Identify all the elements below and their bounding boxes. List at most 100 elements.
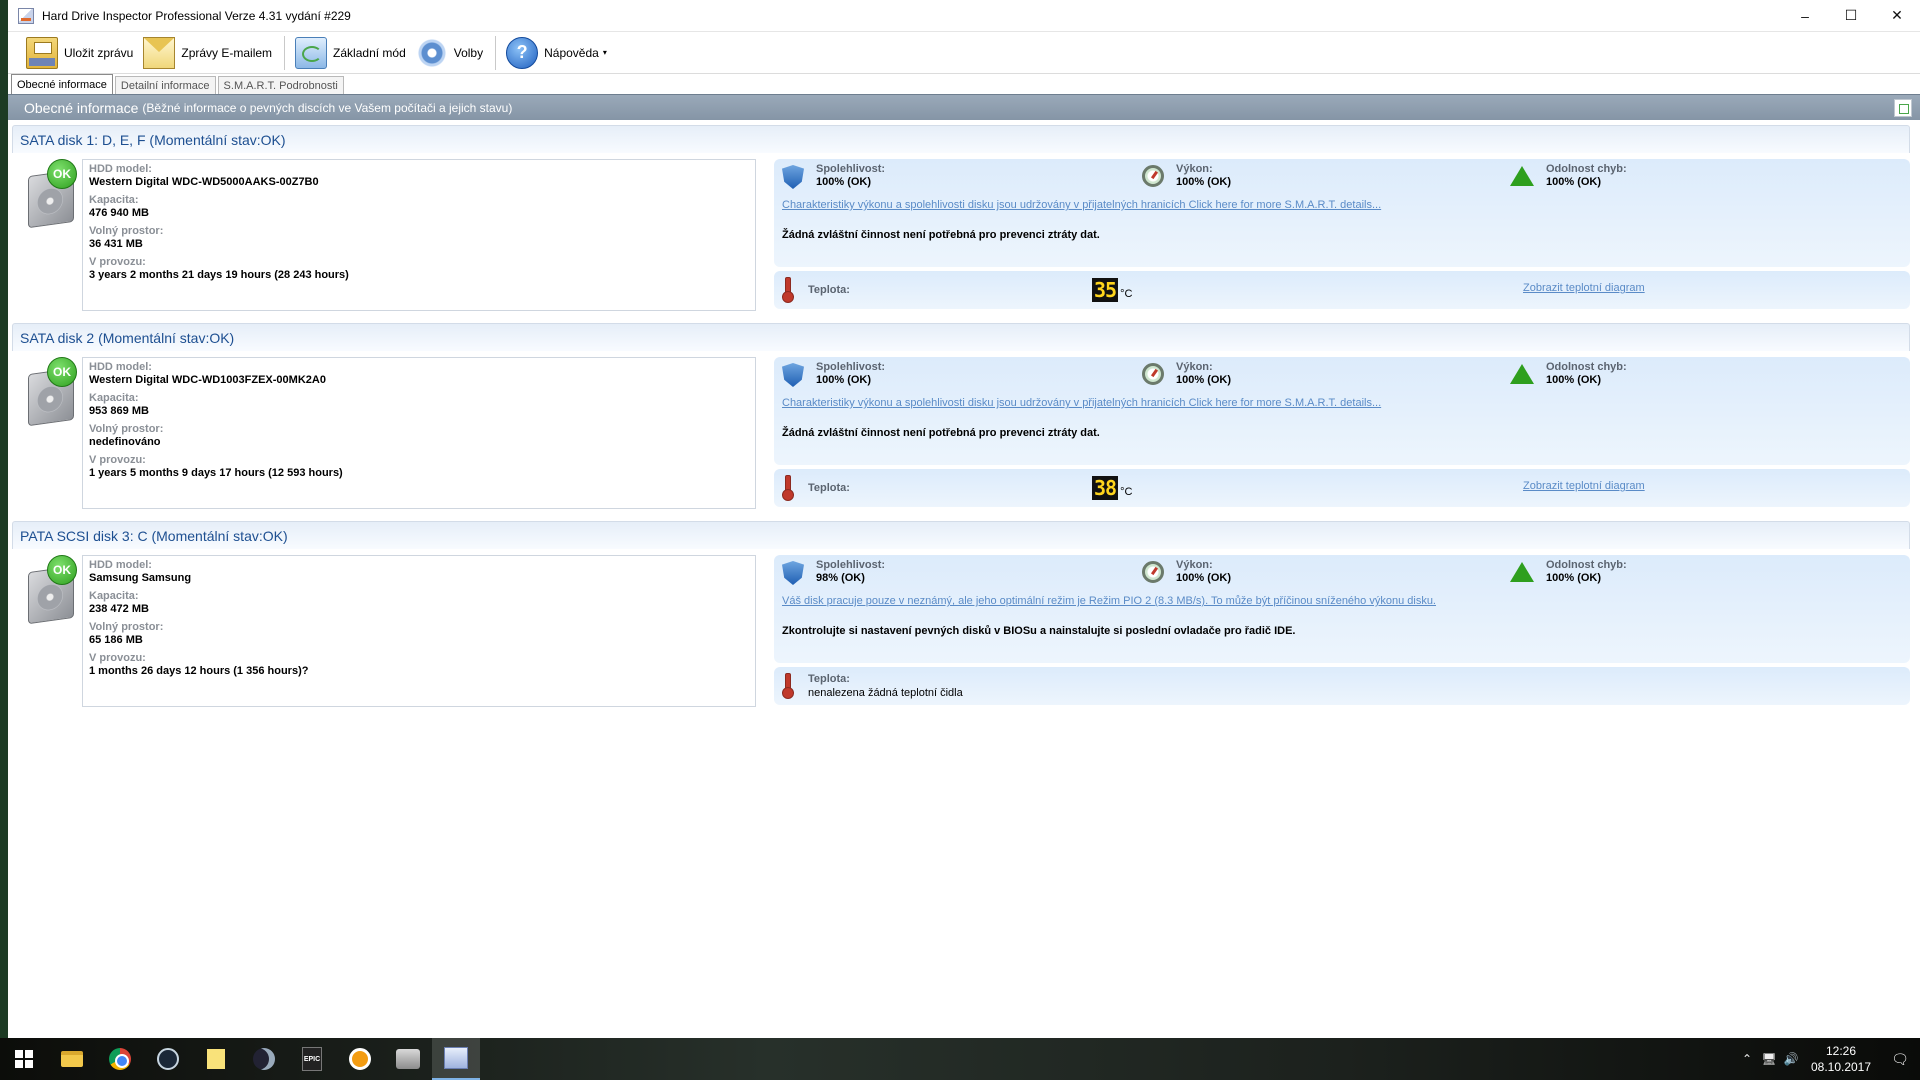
app-icon [18, 7, 34, 24]
uptime-value: 1 years 5 months 9 days 17 hours (12 593… [89, 467, 343, 479]
taskbar-steam[interactable] [144, 1038, 192, 1080]
taskbar-app-ms[interactable] [384, 1038, 432, 1080]
epic-games-icon: EPIC [302, 1047, 322, 1071]
section-title: Obecné informace [24, 99, 139, 116]
folder-icon [61, 1051, 83, 1067]
volume-icon[interactable]: 🔊 [1780, 1052, 1802, 1066]
temperature-diagram-link[interactable]: Zobrazit teplotní diagram [1523, 480, 1645, 492]
taskbar-chrome[interactable] [96, 1038, 144, 1080]
ok-status-icon: OK [47, 555, 77, 585]
hard-drive-inspector-icon [444, 1047, 468, 1069]
disk-list: SATA disk 1: D, E, F (Momentální stav:OK… [8, 120, 1920, 707]
thermometer-icon [782, 277, 794, 303]
model-label: HDD model: [89, 163, 152, 175]
status-message: Žádná zvláštní činnost není potřebná pro… [782, 229, 1100, 241]
uptime-value: 1 months 26 days 12 hours (1 356 hours)? [89, 665, 309, 677]
temperature-box: Teplota: 35 °C Zobrazit teplotní diagram [774, 271, 1910, 309]
maximize-button[interactable]: ☐ [1828, 0, 1874, 32]
status-message: Žádná zvláštní činnost není potřebná pro… [782, 427, 1100, 439]
shield-icon [782, 561, 804, 585]
pio-mode-link[interactable]: Váš disk pracuje pouze v neznámý, ale je… [782, 595, 1902, 607]
orange-app-icon [349, 1048, 371, 1070]
temperature-label: Teplota: [808, 482, 850, 494]
tab-detailed-info[interactable]: Detailní informace [114, 76, 216, 94]
gauge-icon [1142, 561, 1164, 583]
thermometer-icon [782, 475, 794, 501]
temperature-diagram-link[interactable]: Zobrazit teplotní diagram [1523, 282, 1645, 294]
status-message: Zkontrolujte si nastavení pevných disků … [782, 625, 1296, 637]
chevron-up-icon[interactable]: ⌃ [1736, 1052, 1758, 1066]
capacity-value: 953 869 MB [89, 405, 149, 417]
smart-details-link[interactable]: Charakteristiky výkonu a spolehlivosti d… [782, 397, 1902, 409]
error-resistance-value: 100% (OK) [1546, 176, 1602, 188]
clock[interactable]: 12:26 08.10.2017 [1802, 1043, 1880, 1075]
tab-bar: Obecné informace Detailní informace S.M.… [8, 74, 1920, 94]
model-value: Western Digital WDC-WD5000AAKS-00Z7B0 [89, 176, 319, 188]
reliability-label: Spolehlivost: [816, 163, 886, 175]
performance-value: 100% (OK) [1176, 176, 1232, 188]
section-subtitle: (Běžné informace o pevných discích ve Va… [142, 100, 513, 115]
reliability-value: 100% (OK) [816, 374, 872, 386]
disk-card: SATA disk 1: D, E, F (Momentální stav:OK… [12, 125, 1910, 311]
disk-card: PATA SCSI disk 3: C (Momentální stav:OK)… [12, 521, 1910, 707]
free-space-label: Volný prostor: [89, 423, 164, 435]
chrome-icon [109, 1048, 131, 1070]
disk-title: SATA disk 2 (Momentální stav:OK) [12, 323, 1910, 351]
close-button[interactable]: ✕ [1874, 0, 1920, 32]
taskbar: EPIC ⌃ 🖥 🔊 12:26 08.10.2017 🗨 [0, 1038, 1920, 1080]
email-reports-label: Zprávy E-mailem [181, 45, 273, 60]
taskbar-app-orange[interactable] [336, 1038, 384, 1080]
chevron-down-icon: ▾ [602, 48, 607, 57]
tab-smart-details[interactable]: S.M.A.R.T. Podrobnosti [217, 76, 344, 94]
capacity-value: 476 940 MB [89, 207, 149, 219]
gear-icon [415, 36, 448, 69]
free-space-label: Volný prostor: [89, 621, 164, 633]
error-resistance-label: Odolnost chyb: [1546, 361, 1627, 373]
save-icon [26, 36, 58, 69]
minimize-button[interactable]: – [1782, 0, 1828, 32]
error-resistance-icon [1510, 364, 1534, 384]
smart-details-link[interactable]: Charakteristiky výkonu a spolehlivosti d… [782, 199, 1902, 211]
taskbar-file-explorer[interactable] [48, 1038, 96, 1080]
tab-general-info[interactable]: Obecné informace [11, 74, 113, 94]
thermometer-icon [782, 673, 794, 699]
uptime-label: V provozu: [89, 454, 146, 466]
temperature-box: Teplota: 38 °C Zobrazit teplotní diagram [774, 469, 1910, 507]
start-button[interactable] [0, 1038, 48, 1080]
options-button[interactable]: Volby [412, 34, 489, 72]
save-report-button[interactable]: Uložit zprávu [22, 34, 139, 72]
temperature-box: Teplota: nenalezena žádná teplotní čidla [774, 667, 1910, 705]
disk-image: OK [12, 555, 82, 707]
health-status-box: Spolehlivost: 100% (OK) Výkon: 100% (OK)… [774, 159, 1910, 267]
error-resistance-value: 100% (OK) [1546, 374, 1602, 386]
basic-mode-button[interactable]: Základní mód [291, 34, 412, 72]
email-reports-button[interactable]: Zprávy E-mailem [139, 34, 278, 72]
capacity-label: Kapacita: [89, 392, 139, 404]
sticky-notes-icon [207, 1049, 225, 1069]
taskbar-app-moon[interactable] [240, 1038, 288, 1080]
reliability-value: 98% (OK) [816, 572, 865, 584]
model-label: HDD model: [89, 361, 152, 373]
network-icon[interactable]: 🖥 [1758, 1052, 1780, 1066]
app-icon [396, 1049, 420, 1069]
disk-title: SATA disk 1: D, E, F (Momentální stav:OK… [12, 125, 1910, 153]
shield-icon [782, 363, 804, 387]
reliability-value: 100% (OK) [816, 176, 872, 188]
reliability-label: Spolehlivost: [816, 361, 886, 373]
error-resistance-label: Odolnost chyb: [1546, 559, 1627, 571]
health-status-box: Spolehlivost: 98% (OK) Výkon: 100% (OK) … [774, 555, 1910, 663]
help-button[interactable]: ? Nápověda ▾ [502, 34, 613, 72]
toolbar-separator [284, 35, 286, 70]
export-icon[interactable] [1894, 99, 1912, 117]
temperature-label: Teplota: [808, 673, 850, 685]
disk-info-box: HDD model: Western Digital WDC-WD5000AAK… [82, 159, 756, 311]
notifications-icon[interactable]: 🗨 [1880, 1051, 1920, 1068]
title-bar[interactable]: Hard Drive Inspector Professional Verze … [8, 0, 1920, 32]
taskbar-hard-drive-inspector[interactable] [432, 1038, 480, 1080]
clock-date: 08.10.2017 [1810, 1060, 1872, 1074]
taskbar-epic-games[interactable]: EPIC [288, 1038, 336, 1080]
shield-icon [782, 165, 804, 189]
toolbar: Uložit zprávu Zprávy E-mailem Základní m… [8, 32, 1920, 74]
basic-mode-label: Základní mód [333, 45, 406, 60]
taskbar-sticky-notes[interactable] [192, 1038, 240, 1080]
